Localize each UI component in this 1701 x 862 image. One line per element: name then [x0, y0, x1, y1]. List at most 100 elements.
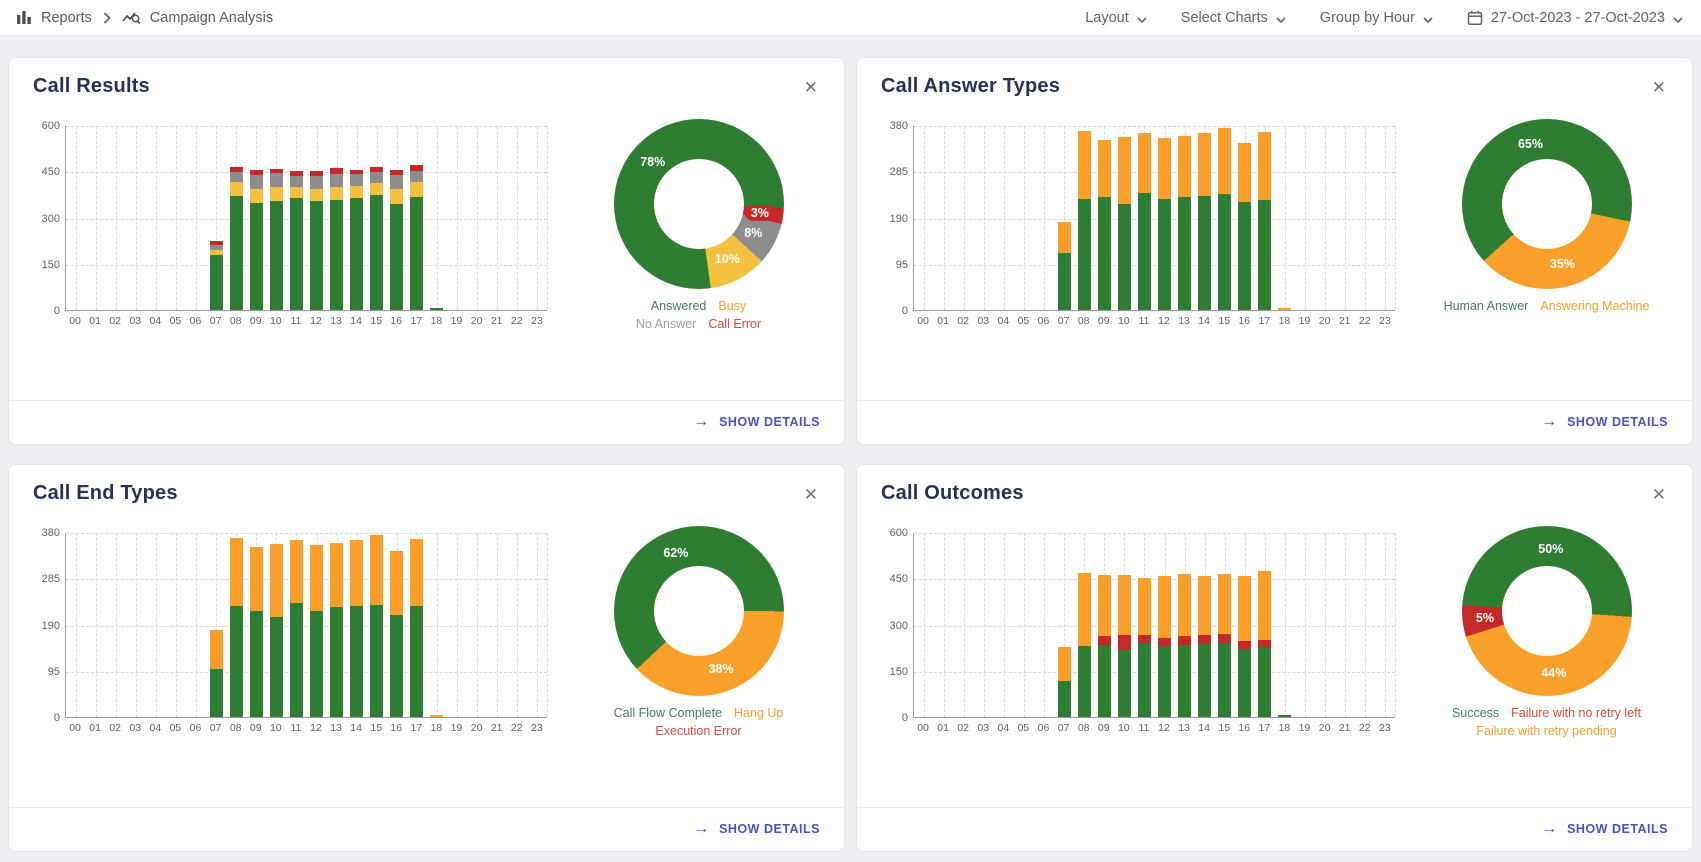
- bar-segment-answered: [410, 197, 423, 310]
- close-button[interactable]: ✕: [1648, 75, 1670, 100]
- bar-segment-failure-with-no-retry-left: [1238, 641, 1251, 649]
- x-axis-labels: 0001020304050607080910111213141516171819…: [65, 722, 547, 734]
- x-axis-labels: 0001020304050607080910111213141516171819…: [913, 315, 1395, 327]
- x-axis-tick: 12: [1154, 315, 1174, 327]
- layout-dropdown-label: Layout: [1085, 10, 1129, 26]
- bar-segment-success: [1258, 647, 1271, 717]
- close-button[interactable]: ✕: [800, 75, 822, 100]
- bar-segment-failure-with-no-retry-left: [1258, 640, 1271, 647]
- legend-row: AnsweredBusy: [630, 297, 767, 315]
- x-axis-tick: 01: [85, 722, 105, 734]
- arrow-right-icon: →: [693, 414, 709, 430]
- x-axis-tick: 09: [246, 722, 266, 734]
- bar-column: [387, 126, 407, 310]
- legend-item: Execution Error: [655, 724, 741, 738]
- y-axis-tick: 380: [24, 527, 60, 539]
- bar-segment-hang-up: [210, 630, 223, 669]
- x-axis-tick: 05: [1013, 722, 1033, 734]
- x-axis-tick: 08: [1074, 315, 1094, 327]
- x-axis-tick: 09: [1094, 315, 1114, 327]
- donut-label: 3%: [745, 205, 775, 221]
- x-axis-tick: 01: [933, 315, 953, 327]
- bar-segment-failure-with-retry-pending: [1078, 573, 1091, 646]
- show-details-button[interactable]: →SHOW DETAILS: [693, 821, 820, 837]
- bar-segment-success: [1278, 715, 1291, 717]
- x-axis-tick: 02: [953, 315, 973, 327]
- bar-column: [1014, 126, 1034, 310]
- bar-column: [447, 126, 467, 310]
- bar-segment-busy: [290, 187, 303, 198]
- plot-area: 6004503001500000102030405060708091011121…: [913, 533, 1395, 734]
- gridline-v: [547, 533, 548, 717]
- x-axis-tick: 11: [1134, 722, 1154, 734]
- bar-segment-answered: [230, 196, 243, 310]
- bar-segment-failure-with-no-retry-left: [1158, 638, 1171, 646]
- close-button[interactable]: ✕: [1648, 482, 1670, 507]
- donut-area: 50%44%5%SuccessFailure with no retry lef…: [1411, 507, 1682, 807]
- bar-column: [1054, 126, 1074, 310]
- bar-segment-failure-with-retry-pending: [1258, 571, 1271, 640]
- bar-segment-call-flow-complete: [410, 606, 423, 717]
- group-by-dropdown[interactable]: Group by Hour: [1320, 9, 1433, 27]
- show-details-label: SHOW DETAILS: [1567, 822, 1668, 836]
- bar-column: [86, 126, 106, 310]
- bar-segment-hang-up: [410, 539, 423, 606]
- chart-title: Call Outcomes: [881, 482, 1024, 505]
- bar-column: [166, 126, 186, 310]
- bar-segment-busy: [350, 186, 363, 198]
- x-axis-labels: 0001020304050607080910111213141516171819…: [913, 722, 1395, 734]
- date-range-picker[interactable]: 27-Oct-2023 - 27-Oct-2023: [1467, 9, 1683, 27]
- x-axis-tick: 10: [1114, 722, 1134, 734]
- x-axis-tick: 03: [125, 722, 145, 734]
- x-axis-tick: 06: [185, 315, 205, 327]
- bar-column: [367, 533, 387, 717]
- show-details-button[interactable]: →SHOW DETAILS: [693, 414, 820, 430]
- bar-segment-human-answer: [1198, 196, 1211, 310]
- x-axis-tick: 05: [165, 722, 185, 734]
- bar-segment-hang-up: [350, 540, 363, 606]
- bar-segment-busy: [330, 187, 343, 200]
- donut-hole: [654, 159, 744, 249]
- card-footer: →SHOW DETAILS: [857, 400, 1692, 444]
- x-axis-tick: 22: [1355, 315, 1375, 327]
- bar-segment-call-flow-complete: [290, 603, 303, 717]
- x-axis-tick: 12: [306, 722, 326, 734]
- bar-column: [1094, 533, 1114, 717]
- bar-column: [1135, 533, 1155, 717]
- donut-chart-call-results: 78%3%8%10%: [614, 119, 784, 289]
- show-details-button[interactable]: →SHOW DETAILS: [1541, 414, 1668, 430]
- bar-column: [1094, 126, 1114, 310]
- x-axis-tick: 16: [386, 722, 406, 734]
- bar-column: [327, 533, 347, 717]
- x-axis-tick: 00: [913, 722, 933, 734]
- x-axis-tick: 16: [1234, 315, 1254, 327]
- show-details-button[interactable]: → SHOW DETAILS: [1541, 821, 1668, 837]
- bar-column: [467, 533, 487, 717]
- x-axis-tick: 05: [1013, 315, 1033, 327]
- layout-dropdown[interactable]: Layout: [1085, 9, 1147, 27]
- x-axis-tick: 22: [507, 315, 527, 327]
- bar-column: [1355, 126, 1375, 310]
- donut-area: 78%3%8%10%AnsweredBusyNo AnswerCall Erro…: [563, 100, 834, 400]
- close-button[interactable]: ✕: [800, 482, 822, 507]
- x-axis-tick: 18: [426, 315, 446, 327]
- breadcrumb-reports[interactable]: Reports: [41, 10, 92, 26]
- select-charts-dropdown[interactable]: Select Charts: [1181, 9, 1286, 27]
- x-axis-tick: 10: [266, 315, 286, 327]
- x-axis-tick: 00: [65, 722, 85, 734]
- bar-segment-call-flow-complete: [350, 606, 363, 717]
- bar-column: [146, 533, 166, 717]
- arrow-right-icon: →: [1541, 821, 1557, 837]
- legend-item: Human Answer: [1444, 299, 1529, 313]
- select-charts-dropdown-label: Select Charts: [1181, 10, 1268, 26]
- y-axis-tick: 150: [24, 259, 60, 271]
- bar-segment-success: [1198, 644, 1211, 717]
- legend-row: Execution Error: [608, 722, 790, 740]
- bar-column: [1155, 126, 1175, 310]
- card-header: Call Outcomes ✕: [857, 465, 1692, 507]
- bar-segment-human-answer: [1218, 194, 1231, 310]
- x-axis-tick: 23: [527, 315, 547, 327]
- x-axis-tick: 23: [1375, 722, 1395, 734]
- x-axis-tick: 05: [165, 315, 185, 327]
- bar-column: [1034, 533, 1054, 717]
